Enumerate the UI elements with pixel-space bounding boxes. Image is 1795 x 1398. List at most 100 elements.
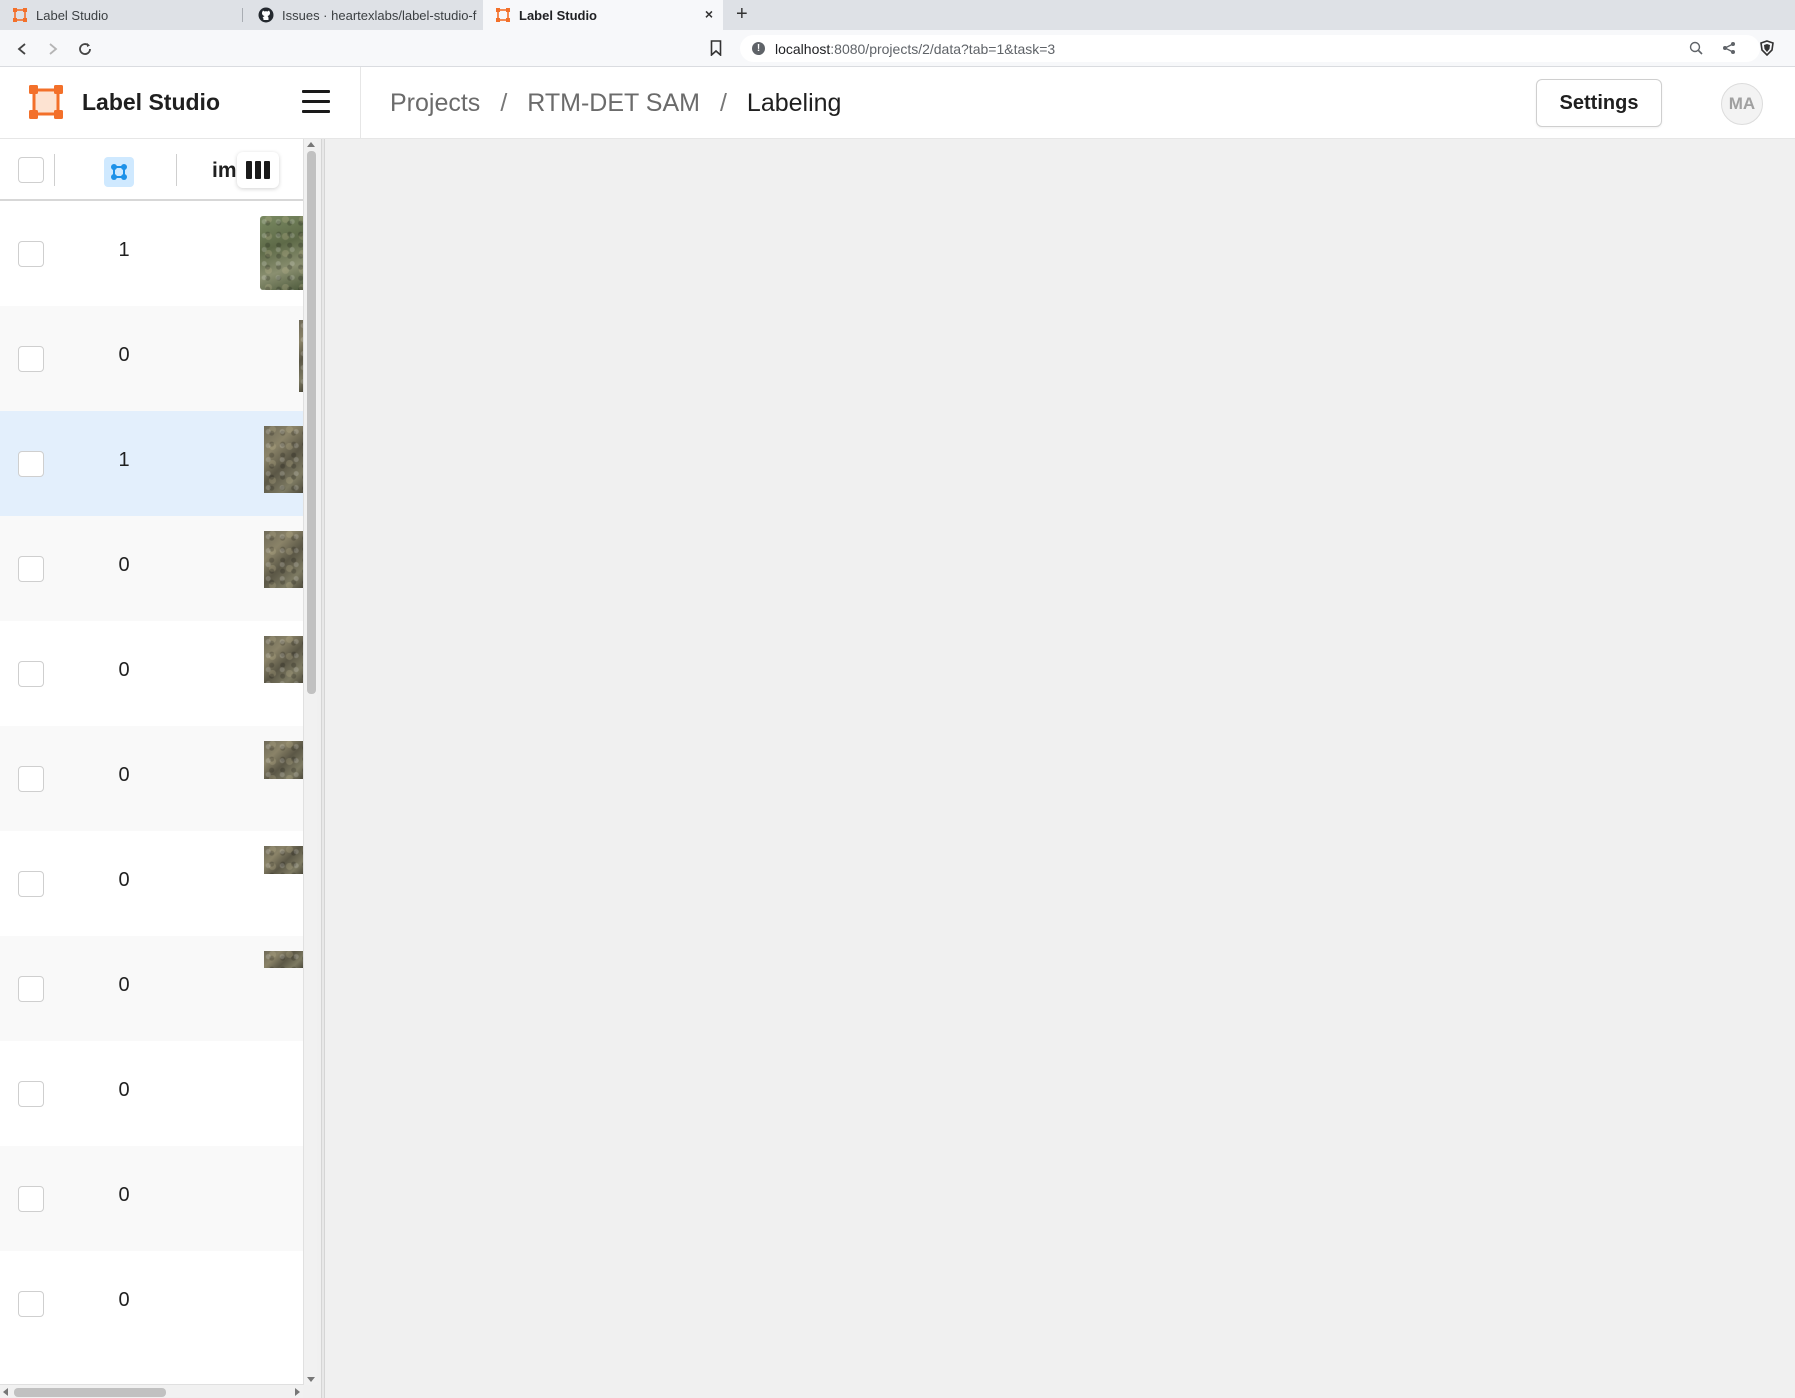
- app-header: Label Studio Projects / RTM-DET SAM / La…: [0, 67, 1795, 139]
- header-divider: [360, 67, 361, 139]
- back-button[interactable]: [12, 39, 32, 59]
- breadcrumb-projects[interactable]: Projects: [390, 89, 480, 118]
- share-icon[interactable]: [1721, 40, 1737, 56]
- breadcrumb-separator: /: [500, 88, 508, 117]
- task-list: im 1 0 1 0 0 0 0 0 0 0 0: [0, 139, 303, 1398]
- breadcrumb-current: Labeling: [746, 88, 842, 117]
- browser-toolbar: ! localhost:8080/projects/2/data?tab=1&t…: [0, 30, 1795, 67]
- annotation-count-icon: [111, 164, 127, 180]
- row-checkbox[interactable]: [18, 241, 44, 267]
- label-studio-favicon-icon: [496, 8, 510, 22]
- browser-tab-title: Label Studio: [519, 7, 597, 23]
- row-checkbox[interactable]: [18, 1291, 44, 1317]
- row-checkbox[interactable]: [18, 346, 44, 372]
- scroll-right-arrow-icon[interactable]: [295, 1388, 300, 1396]
- row-checkbox[interactable]: [18, 1186, 44, 1212]
- table-row[interactable]: 0: [0, 831, 303, 936]
- annotation-count: 0: [118, 1079, 130, 1101]
- annotation-count: 0: [118, 764, 130, 786]
- forward-arrow-icon: [49, 43, 58, 55]
- table-row[interactable]: 0: [0, 936, 303, 1041]
- url-path: :8080/projects/2/data?tab=1&task=3: [830, 40, 1056, 57]
- task-image-thumbnail: [264, 846, 303, 874]
- browser-tab-label-studio-active[interactable]: Label Studio ×: [483, 0, 723, 30]
- row-checkbox[interactable]: [18, 451, 44, 477]
- menu-button[interactable]: [302, 90, 330, 114]
- annotation-count: 0: [118, 554, 130, 576]
- browser-tab-title: Issues · heartexlabs/label-studio-f: [282, 7, 477, 23]
- annotations-column-header[interactable]: [104, 157, 134, 187]
- label-studio-logo-icon: [29, 85, 63, 119]
- task-list-vertical-scrollbar[interactable]: [303, 139, 317, 1385]
- task-image-thumbnail: [260, 216, 303, 290]
- row-checkbox[interactable]: [18, 556, 44, 582]
- select-all-checkbox[interactable]: [18, 157, 44, 183]
- annotation-count: 0: [118, 869, 130, 891]
- columns-icon: [246, 161, 252, 179]
- table-row[interactable]: 1: [0, 201, 303, 306]
- table-row[interactable]: 0: [0, 516, 303, 621]
- new-tab-button[interactable]: +: [736, 3, 748, 26]
- scrollbar-thumb[interactable]: [307, 151, 316, 694]
- bookmark-icon[interactable]: [710, 40, 722, 56]
- row-checkbox[interactable]: [18, 661, 44, 687]
- scrollbar-thumb[interactable]: [14, 1388, 166, 1397]
- task-image-thumbnail: [264, 741, 303, 779]
- scroll-left-arrow-icon[interactable]: [3, 1388, 8, 1396]
- table-row[interactable]: 0: [0, 1146, 303, 1251]
- row-checkbox[interactable]: [18, 766, 44, 792]
- task-list-header: im: [0, 139, 303, 201]
- reload-icon: [79, 43, 91, 55]
- tab-separator: [242, 8, 243, 22]
- annotation-count: 1: [118, 239, 130, 261]
- labeling-workspace: [325, 139, 1795, 1398]
- forward-button[interactable]: [43, 39, 63, 59]
- row-checkbox[interactable]: [18, 871, 44, 897]
- column-divider: [176, 154, 177, 186]
- table-row[interactable]: 0: [0, 1251, 303, 1356]
- avatar[interactable]: MA: [1721, 83, 1763, 125]
- table-row[interactable]: 0: [0, 1041, 303, 1146]
- task-image-thumbnail: [264, 636, 303, 683]
- task-list-horizontal-scrollbar[interactable]: [0, 1384, 303, 1398]
- table-row[interactable]: 0: [0, 306, 303, 411]
- github-icon: [258, 7, 274, 23]
- close-tab-icon[interactable]: ×: [705, 6, 713, 22]
- brand[interactable]: Label Studio: [28, 84, 220, 120]
- annotation-count: 0: [118, 344, 130, 366]
- breadcrumb-separator: /: [719, 88, 727, 117]
- browser-tab-github-issues[interactable]: Issues · heartexlabs/label-studio-f: [246, 0, 480, 30]
- breadcrumb-project[interactable]: RTM-DET SAM: [527, 89, 700, 118]
- image-column-header[interactable]: im: [212, 159, 237, 183]
- url-host: localhost: [775, 40, 831, 57]
- address-bar[interactable]: ! localhost:8080/projects/2/data?tab=1&t…: [740, 35, 1760, 62]
- row-checkbox[interactable]: [18, 976, 44, 1002]
- breadcrumb: Projects / RTM-DET SAM / Labeling: [390, 85, 841, 121]
- hamburger-icon: [302, 90, 330, 93]
- settings-button[interactable]: Settings: [1536, 79, 1662, 127]
- table-row[interactable]: 0: [0, 621, 303, 726]
- table-row[interactable]: 0: [0, 726, 303, 831]
- row-checkbox[interactable]: [18, 1081, 44, 1107]
- task-image-thumbnail: [264, 426, 303, 493]
- browser-tab-label-studio-1[interactable]: Label Studio: [0, 0, 240, 30]
- columns-toggle-button[interactable]: [237, 152, 279, 188]
- site-info-icon[interactable]: !: [752, 42, 765, 55]
- scroll-up-arrow-icon[interactable]: [307, 142, 315, 147]
- reload-button[interactable]: [75, 39, 95, 59]
- annotation-count: 1: [118, 449, 130, 471]
- browser-tab-strip: Label Studio Issues · heartexlabs/label-…: [0, 0, 1795, 30]
- annotation-count: 0: [118, 1184, 130, 1206]
- label-studio-favicon-icon: [13, 8, 27, 22]
- annotation-count: 0: [118, 974, 130, 996]
- table-row-selected[interactable]: 1: [0, 411, 303, 516]
- column-divider: [54, 154, 55, 186]
- scroll-down-arrow-icon[interactable]: [307, 1377, 315, 1382]
- annotation-count: 0: [118, 659, 130, 681]
- brand-name: Label Studio: [82, 88, 220, 115]
- back-arrow-icon: [17, 43, 26, 55]
- zoom-icon[interactable]: [1688, 40, 1704, 56]
- brave-shield-icon[interactable]: [1759, 40, 1775, 56]
- annotation-count: 0: [118, 1289, 130, 1311]
- task-image-thumbnail: [264, 531, 303, 588]
